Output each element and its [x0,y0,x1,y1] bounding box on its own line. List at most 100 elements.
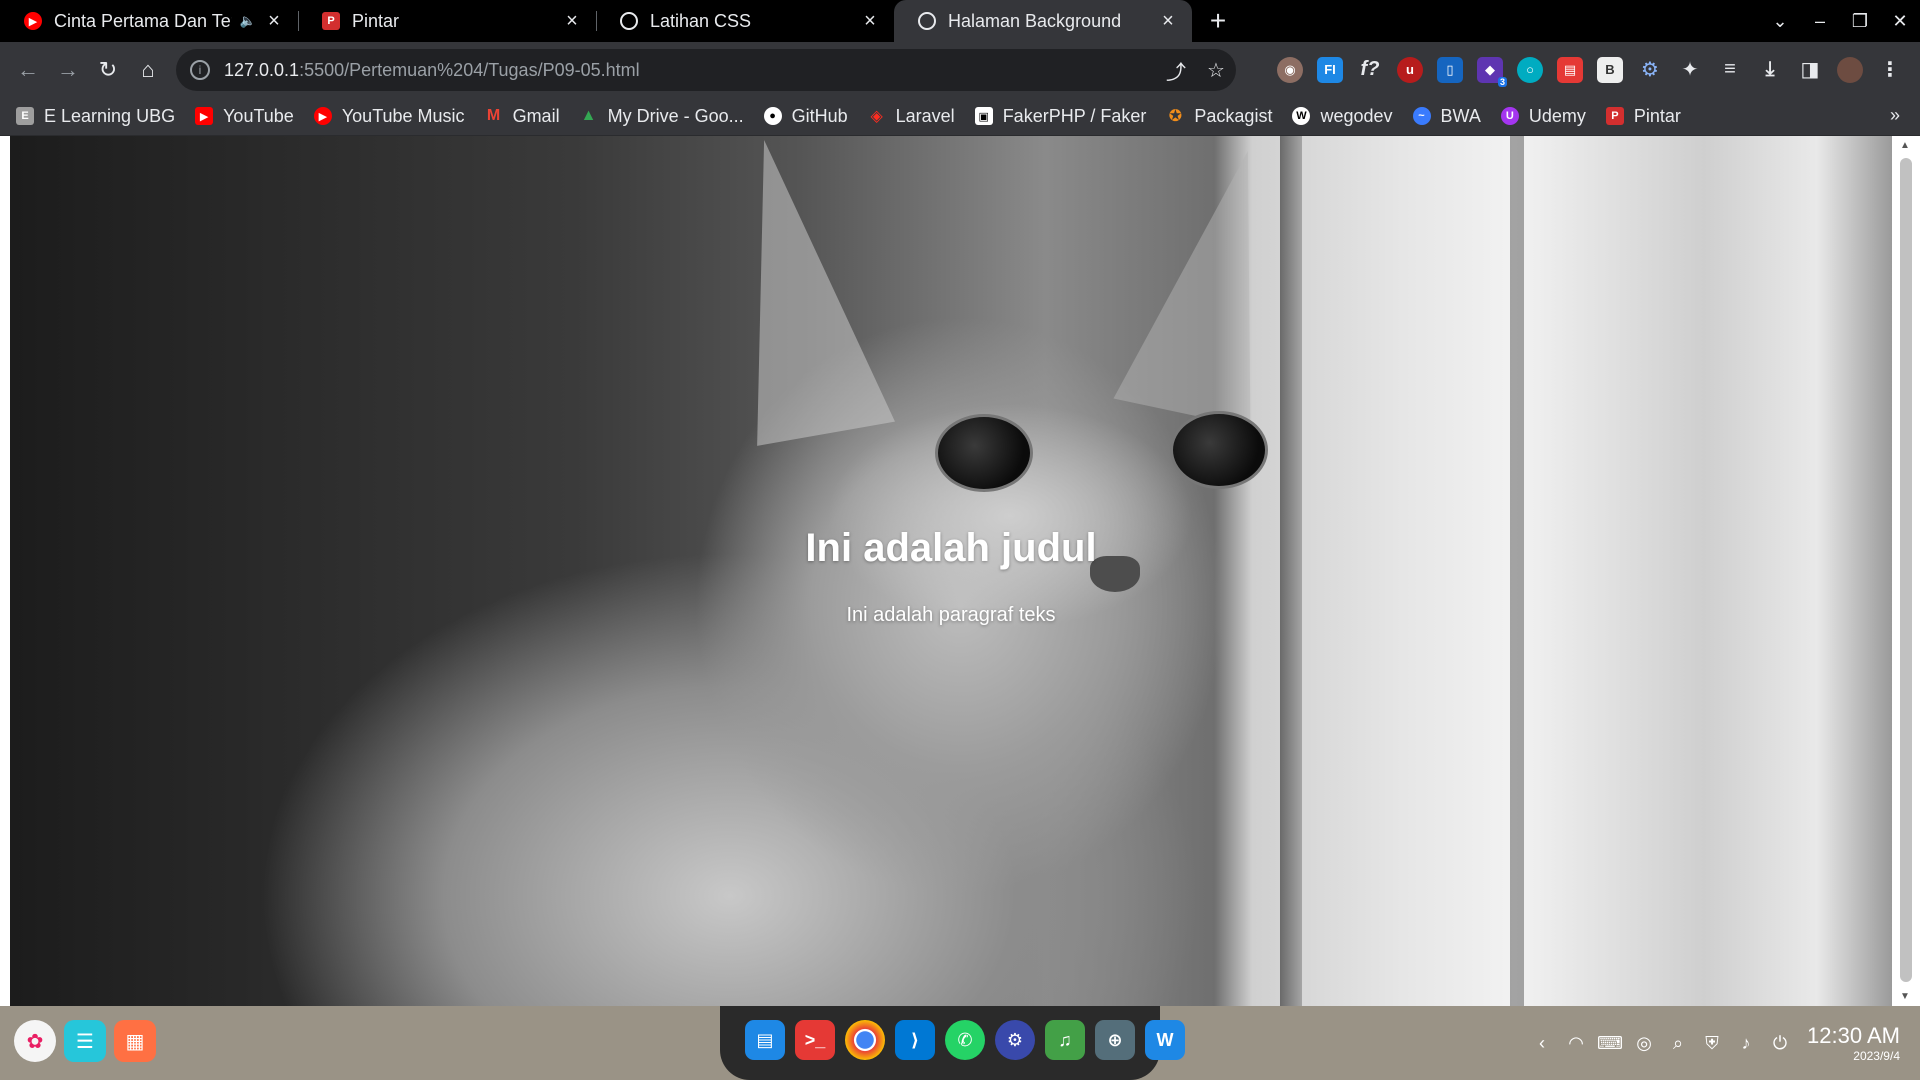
bookmark-youtube-music[interactable]: ▶ YouTube Music [313,106,465,127]
close-window-icon[interactable]: ✕ [1880,11,1920,32]
wooden-post [1280,136,1302,1006]
close-icon[interactable]: × [264,10,284,33]
bookmark-wegodev[interactable]: Wwegodev [1292,106,1393,127]
tab-pintar[interactable]: P Pintar × [298,0,596,42]
app-store-icon[interactable]: ▦ [114,1020,156,1062]
bookmark-packagist[interactable]: ✪ Packagist [1166,106,1273,127]
close-icon[interactable]: × [860,10,880,33]
extension-owl-icon[interactable]: ◉ [1277,56,1303,83]
tab-title: Cinta Pertama Dan Ter [54,10,232,31]
network-tool-icon[interactable]: ⊕ [1095,1020,1135,1060]
packagist-icon: ✪ [1168,108,1183,125]
youtube-music-icon: ▶ [313,107,332,125]
whatsapp-icon[interactable]: ✆ [945,1020,985,1060]
bookmark-label: FakerPHP / Faker [1002,105,1147,126]
bookmark-laravel[interactable]: ◈ Laravel [868,106,954,127]
address-bar[interactable]: i 127.0.0.1:5500/Pertemuan%204/Tugas/P09… [176,49,1236,91]
vscode-icon[interactable]: ⟩ [895,1020,935,1060]
tab-halaman-background[interactable]: Halaman Background × [894,0,1192,42]
music-icon[interactable]: ♫ [1045,1020,1085,1060]
media-controls-icon[interactable]: ≡ [1717,57,1743,83]
system-tray: ‹ ◠ ⌨ ◎ ⌕ ⛨ ♪ ⏻ 12:30 AM 2023/9/4 [1525,1006,1900,1080]
tab-title: Latihan CSS [650,10,752,31]
task-view-icon[interactable]: ☰ [64,1020,106,1062]
notification-bell-icon[interactable]: ♪ [1729,1033,1763,1054]
bookmark-google-drive[interactable]: ▲ My Drive - Goo... [580,106,744,127]
extension-gear-icon[interactable]: ⚙ [1637,57,1663,83]
youtube-music-icon: ▶ [24,12,42,30]
tab-youtube-music[interactable]: ▶ Cinta Pertama Dan Ter 🔈 × [0,0,298,42]
scrollbar-thumb[interactable] [1900,158,1912,982]
extension-b-icon[interactable]: B [1597,56,1623,83]
tray-expand-icon[interactable]: ‹ [1525,1033,1559,1054]
bookmark-label: My Drive - Goo... [607,105,744,126]
url-host: 127.0.0.1 [224,59,300,80]
gmail-icon: M [486,107,501,124]
share-icon[interactable]: ⤴ [1156,56,1196,85]
keyboard-icon[interactable]: ⌨ [1593,1033,1627,1054]
cat-eye-left [935,414,1033,492]
profile-avatar[interactable] [1837,56,1863,83]
file-manager-icon[interactable]: ▤ [745,1020,785,1060]
clock[interactable]: 12:30 AM 2023/9/4 [1807,1023,1900,1063]
new-tab-button[interactable]: + [1198,0,1238,42]
activity-icon[interactable]: ◎ [1627,1033,1661,1054]
minimize-icon[interactable]: – [1800,11,1840,32]
extension-font-icon[interactable]: f? [1357,57,1383,83]
bookmark-star-icon[interactable]: ☆ [1196,58,1236,83]
close-icon[interactable]: × [562,10,582,33]
window-controls: ⌄ – ❐ ✕ [1760,0,1920,42]
close-icon[interactable]: × [1158,10,1178,33]
bookmark-label: BWA [1440,105,1481,126]
page-viewport: Ini adalah judul Ini adalah paragraf tek… [0,136,1920,1006]
restore-icon[interactable]: ❐ [1840,11,1880,32]
chrome-icon[interactable] [845,1020,885,1060]
bookmark-e-learning[interactable]: E E Learning UBG [16,106,175,127]
bookmark-fakerphp[interactable]: ▣ FakerPHP / Faker [974,105,1147,127]
side-panel-icon[interactable]: ◨ [1797,57,1823,83]
home-icon[interactable]: ⌂ [128,50,168,90]
bookmark-github[interactable]: ● GitHub [763,106,848,127]
tab-latihan-css[interactable]: Latihan CSS × [596,0,894,42]
cat-ear-left [705,136,895,446]
bookmark-gmail[interactable]: M Gmail [485,106,560,127]
page-scrollbar[interactable]: ▲ ▼ [1892,136,1920,1006]
cat-eye-right [1170,411,1268,489]
menu-kebab-icon[interactable]: ⋮ [1877,57,1903,83]
bookmarks-overflow-icon[interactable]: » [1890,105,1900,126]
bookmark-udemy[interactable]: U Udemy [1500,106,1586,127]
clock-time: 12:30 AM [1807,1023,1900,1048]
extension-card-icon[interactable]: ▤ [1557,56,1583,83]
forward-icon[interactable]: → [48,50,88,90]
address-url[interactable]: 127.0.0.1:5500/Pertemuan%204/Tugas/P09-0… [224,60,1156,81]
tab-search-icon[interactable]: ⌄ [1760,11,1800,32]
settings-gear-icon[interactable]: ⚙ [995,1020,1035,1060]
extensions-puzzle-icon[interactable]: ✦ [1677,57,1703,83]
scroll-down-icon[interactable]: ▼ [1900,991,1910,1002]
wifi-icon[interactable]: ◠ [1559,1033,1593,1054]
browser-toolbar: ← → ↻ ⌂ i 127.0.0.1:5500/Pertemuan%204/T… [0,42,1920,97]
tab-title: Halaman Background [948,10,1122,31]
search-icon[interactable]: ⌕ [1661,1033,1695,1054]
bookmark-bwa[interactable]: ~ BWA [1412,105,1481,127]
scroll-up-icon[interactable]: ▲ [1900,140,1910,151]
security-shield-icon[interactable]: ⛨ [1695,1033,1729,1054]
hero-background-image: Ini adalah judul Ini adalah paragraf tek… [10,136,1892,1006]
terminal-icon[interactable]: >_ [795,1020,835,1060]
launcher-icon[interactable]: ✿ [14,1020,56,1062]
extension-doc-icon[interactable]: ▯ [1437,56,1463,83]
bookmark-pintar[interactable]: P Pintar [1605,106,1681,127]
site-info-icon[interactable]: i [190,60,210,80]
elearning-icon: E [16,107,34,125]
back-icon[interactable]: ← [8,50,48,90]
speaker-icon[interactable]: 🔈 [240,13,256,29]
extension-fi-icon[interactable]: FI [1317,56,1343,83]
extension-ring-icon[interactable]: ○ [1517,56,1543,83]
power-icon[interactable]: ⏻ [1763,1033,1797,1054]
download-icon[interactable]: ⤓ [1757,57,1783,83]
wps-office-icon[interactable]: W [1145,1020,1185,1060]
reload-icon[interactable]: ↻ [88,50,128,90]
ublock-icon[interactable]: u [1397,56,1423,83]
extension-badge-icon[interactable]: ◆ 3 [1477,56,1507,87]
bookmark-youtube[interactable]: ▶ YouTube [195,106,294,127]
